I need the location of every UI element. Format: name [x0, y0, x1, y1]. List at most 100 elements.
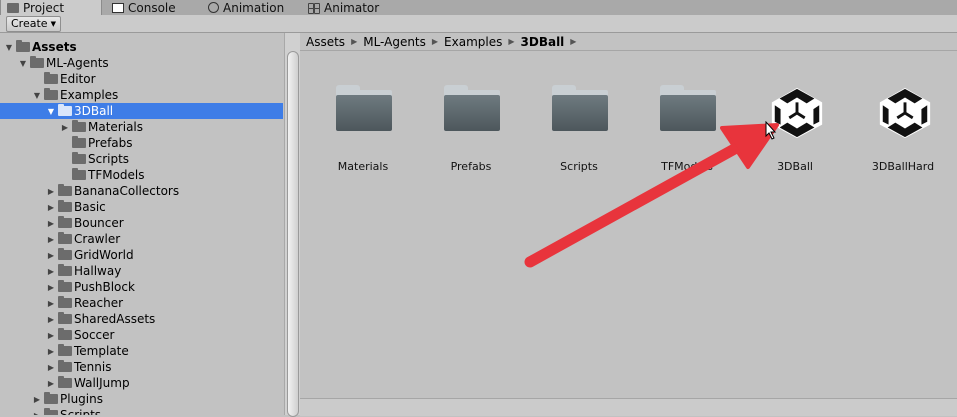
tree-item-label: Scripts — [88, 152, 130, 166]
tree-item-label: Tennis — [74, 360, 112, 374]
expand-arrow-down-icon[interactable]: ▼ — [32, 91, 42, 100]
tree-item-label: Prefabs — [88, 136, 133, 150]
tree-item-label: Editor — [60, 72, 96, 86]
tree-item[interactable]: ▼ Assets — [0, 39, 283, 55]
tab-project[interactable]: Project — [0, 0, 102, 16]
expand-arrow-right-icon[interactable]: ▶ — [46, 251, 56, 260]
expand-arrow-down-icon[interactable]: ▼ — [4, 43, 14, 52]
asset-label: 3DBallHard — [871, 160, 935, 173]
tree-item[interactable]: ▶ Bouncer — [0, 215, 283, 231]
folder-icon — [58, 184, 72, 196]
folder-icon — [7, 3, 19, 13]
folder-icon — [58, 360, 72, 372]
folder-icon — [58, 200, 72, 212]
tree-item-label: BananaCollectors — [74, 184, 180, 198]
expand-arrow-right-icon[interactable]: ▶ — [46, 299, 56, 308]
folder-icon — [58, 248, 72, 260]
tree-item[interactable]: ▶ Soccer — [0, 327, 283, 343]
expand-arrow-right-icon[interactable]: ▶ — [60, 123, 70, 132]
expand-arrow-right-icon[interactable]: ▶ — [46, 347, 56, 356]
expand-arrow-right-icon[interactable]: ▶ — [46, 235, 56, 244]
dropdown-caret-icon: ▼ — [50, 20, 56, 28]
tree-item[interactable]: ▼ ML-Agents — [0, 55, 283, 71]
tree-item-label: Reacher — [74, 296, 124, 310]
breadcrumb-item-3dball[interactable]: 3DBall — [521, 35, 565, 49]
asset-label: Materials — [337, 160, 389, 173]
tree-item[interactable]: Prefabs — [0, 135, 283, 151]
asset-label: 3DBall — [777, 160, 813, 173]
tab-animator[interactable]: Animator — [302, 0, 408, 15]
mouse-cursor-icon — [765, 121, 777, 140]
tree-item[interactable]: ▶ Crawler — [0, 231, 283, 247]
tree-item-label: TFModels — [88, 168, 145, 182]
create-label: Create — [11, 17, 48, 30]
folder-icon — [58, 280, 72, 292]
expand-arrow-right-icon[interactable]: ▶ — [46, 203, 56, 212]
scrollbar-thumb[interactable] — [287, 51, 299, 417]
expand-arrow-right-icon[interactable]: ▶ — [46, 219, 56, 228]
expand-arrow-right-icon[interactable]: ▶ — [46, 187, 56, 196]
tree-item[interactable]: ▶ Basic — [0, 199, 283, 215]
tree-item[interactable]: ▶ WallJump — [0, 375, 283, 391]
tree-item[interactable]: ▶ Materials — [0, 119, 283, 135]
unity-scene-icon — [879, 87, 931, 139]
tree-item[interactable]: ▶ BananaCollectors — [0, 183, 283, 199]
tree-item[interactable]: Scripts — [0, 151, 283, 167]
breadcrumb-item-examples[interactable]: Examples — [444, 35, 502, 49]
asset-label: Prefabs — [450, 160, 492, 173]
tree-item[interactable]: ▶ Tennis — [0, 359, 283, 375]
tree-item[interactable]: ▶ Scripts — [0, 407, 283, 415]
breadcrumb-item-assets[interactable]: Assets — [306, 35, 345, 49]
tab-console[interactable]: Console — [106, 0, 202, 15]
expand-arrow-right-icon[interactable]: ▶ — [32, 395, 42, 404]
tree-item-label: WallJump — [74, 376, 130, 390]
tree-item[interactable]: ▶ Reacher — [0, 295, 283, 311]
breadcrumb-item-ml-agents[interactable]: ML-Agents — [363, 35, 426, 49]
breadcrumb-separator-icon: ▶ — [508, 37, 515, 46]
expand-arrow-right-icon[interactable]: ▶ — [46, 315, 56, 324]
tree-item-label: SharedAssets — [74, 312, 156, 326]
tree-item[interactable]: ▶ PushBlock — [0, 279, 283, 295]
folder-icon — [72, 120, 86, 132]
tree-item[interactable]: ▼ 3DBall — [0, 103, 283, 119]
tree-item[interactable]: ▼ Examples — [0, 87, 283, 103]
tree-item[interactable]: ▶ Hallway — [0, 263, 283, 279]
project-toolbar: Create ▼ — [0, 15, 957, 33]
tree-item[interactable]: ▶ Template — [0, 343, 283, 359]
tree-item[interactable]: TFModels — [0, 167, 283, 183]
expand-arrow-right-icon[interactable]: ▶ — [46, 331, 56, 340]
console-icon — [112, 2, 124, 13]
tree-item[interactable]: ▶ GridWorld — [0, 247, 283, 263]
expand-arrow-right-icon[interactable]: ▶ — [46, 283, 56, 292]
window-tab-bar: Project Console Animation Animator — [0, 0, 957, 16]
folder-icon — [58, 328, 72, 340]
tree-item-label: Bouncer — [74, 216, 124, 230]
folder-icon — [58, 376, 72, 388]
expand-arrow-right-icon[interactable]: ▶ — [46, 363, 56, 372]
create-button[interactable]: Create ▼ — [6, 16, 61, 32]
folder-icon — [72, 152, 86, 164]
expand-arrow-down-icon[interactable]: ▼ — [18, 59, 28, 68]
tree-item[interactable]: ▶ Plugins — [0, 391, 283, 407]
folder-icon — [44, 408, 58, 415]
folder-icon — [58, 232, 72, 244]
tree-item-label: 3DBall — [74, 104, 114, 118]
asset-label: TFModels — [661, 160, 713, 173]
tab-animation[interactable]: Animation — [202, 0, 308, 15]
breadcrumb-separator-icon: ▶ — [351, 37, 358, 46]
folder-icon — [444, 85, 500, 131]
tree-item-label: PushBlock — [74, 280, 135, 294]
tree-item-label: GridWorld — [74, 248, 134, 262]
tree-item[interactable]: ▶ SharedAssets — [0, 311, 283, 327]
project-folder-tree: ▼ Assets ▼ ML-Agents Editor ▼ Examples ▼ 3DBall ▶… — [0, 33, 283, 415]
tree-item-label: Basic — [74, 200, 106, 214]
tree-item[interactable]: Editor — [0, 71, 283, 87]
expand-arrow-right-icon[interactable]: ▶ — [46, 267, 56, 276]
tree-scrollbar[interactable] — [284, 33, 301, 417]
tree-item-label: Examples — [60, 88, 119, 102]
tree-item-label: Template — [74, 344, 129, 358]
expand-arrow-right-icon[interactable]: ▶ — [32, 411, 42, 416]
tree-item-label: Plugins — [60, 392, 103, 406]
expand-arrow-right-icon[interactable]: ▶ — [46, 379, 56, 388]
expand-arrow-down-icon[interactable]: ▼ — [46, 107, 56, 116]
